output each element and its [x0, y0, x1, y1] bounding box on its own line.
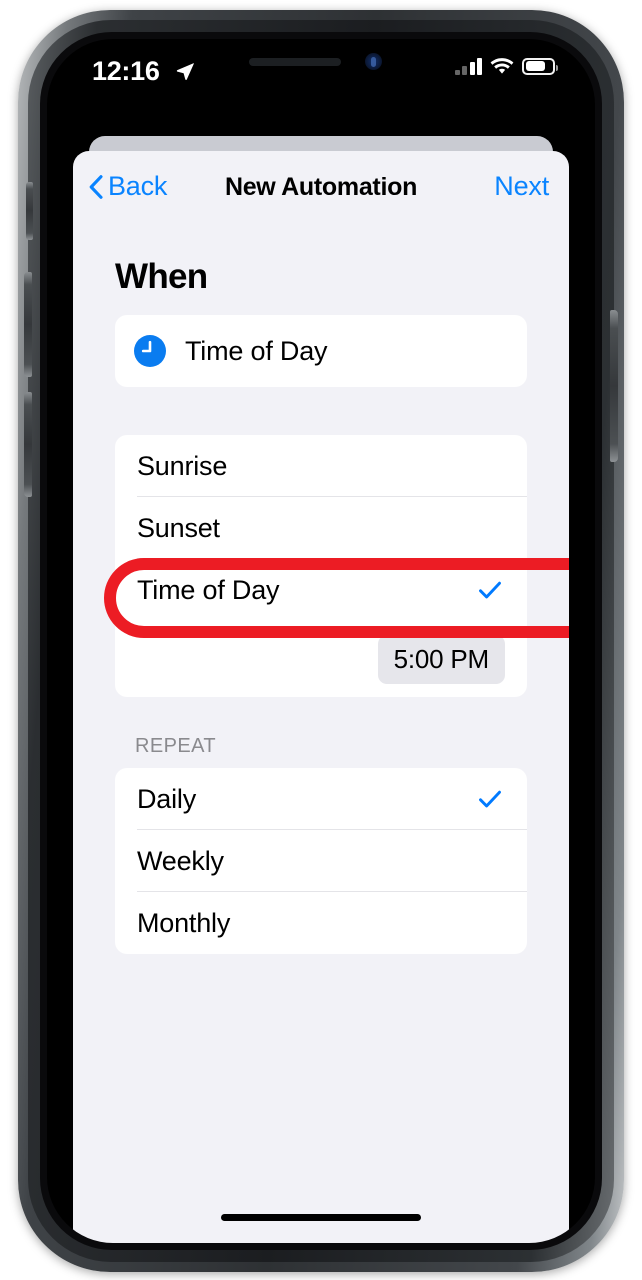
- trigger-summary-card[interactable]: Time of Day: [115, 315, 527, 387]
- silent-switch-button[interactable]: [26, 182, 33, 240]
- earpiece-speaker-icon: [249, 58, 341, 66]
- checkmark-icon: [479, 581, 501, 599]
- trigger-options-list: Sunrise Sunset Time of Day 5:00 PM: [115, 435, 527, 697]
- notch: [205, 39, 437, 79]
- phone-screen: 12:16 Back New Automation Next When Time…: [47, 39, 595, 1243]
- trigger-option-sunrise[interactable]: Sunrise: [115, 435, 527, 497]
- status-bar-time: 12:16: [92, 56, 160, 86]
- sheet-content: When Time of Day Sunrise Sunset Time of …: [73, 223, 569, 1243]
- trigger-option-time-of-day[interactable]: Time of Day: [115, 559, 527, 621]
- trigger-summary-row[interactable]: Time of Day: [115, 315, 527, 387]
- new-automation-sheet: Back New Automation Next When Time of Da…: [73, 151, 569, 1243]
- volume-down-button[interactable]: [24, 272, 32, 377]
- time-value-pill[interactable]: 5:00 PM: [377, 634, 505, 684]
- trigger-option-label: Sunrise: [137, 450, 228, 481]
- repeat-option-label: Weekly: [137, 845, 224, 876]
- trigger-option-label: Sunset: [137, 512, 220, 543]
- front-camera-icon: [365, 53, 382, 70]
- navigation-bar: Back New Automation Next: [73, 151, 569, 223]
- repeat-option-label: Daily: [137, 783, 197, 814]
- repeat-option-daily[interactable]: Daily: [115, 768, 527, 830]
- time-value-row[interactable]: 5:00 PM: [115, 621, 527, 697]
- clock-icon: [134, 335, 166, 367]
- trigger-option-label: Time of Day: [137, 574, 280, 605]
- when-section-heading: When: [115, 257, 208, 296]
- power-button[interactable]: [610, 310, 618, 462]
- repeat-section-label: REPEAT: [135, 735, 216, 757]
- checkmark-icon: [479, 790, 501, 808]
- battery-fill: [525, 61, 546, 71]
- volume-up-button[interactable]: [24, 392, 32, 497]
- repeat-options-list: Daily Weekly Monthly: [115, 768, 527, 954]
- status-bar-indicators: [454, 57, 558, 75]
- battery-icon: [522, 57, 558, 75]
- next-button[interactable]: Next: [494, 171, 549, 202]
- repeat-option-weekly[interactable]: Weekly: [115, 830, 527, 892]
- phone-frame: 12:16 Back New Automation Next When Time…: [18, 10, 624, 1272]
- location-arrow-icon: [176, 63, 194, 80]
- cellular-signal-icon: [454, 57, 482, 75]
- repeat-option-label: Monthly: [137, 907, 231, 938]
- trigger-summary-label: Time of Day: [185, 335, 328, 366]
- repeat-option-monthly[interactable]: Monthly: [115, 892, 527, 954]
- home-indicator[interactable]: [221, 1214, 421, 1221]
- phone-bezel: 12:16 Back New Automation Next When Time…: [40, 32, 602, 1250]
- wifi-icon: [490, 58, 514, 74]
- trigger-option-sunset[interactable]: Sunset: [115, 497, 527, 559]
